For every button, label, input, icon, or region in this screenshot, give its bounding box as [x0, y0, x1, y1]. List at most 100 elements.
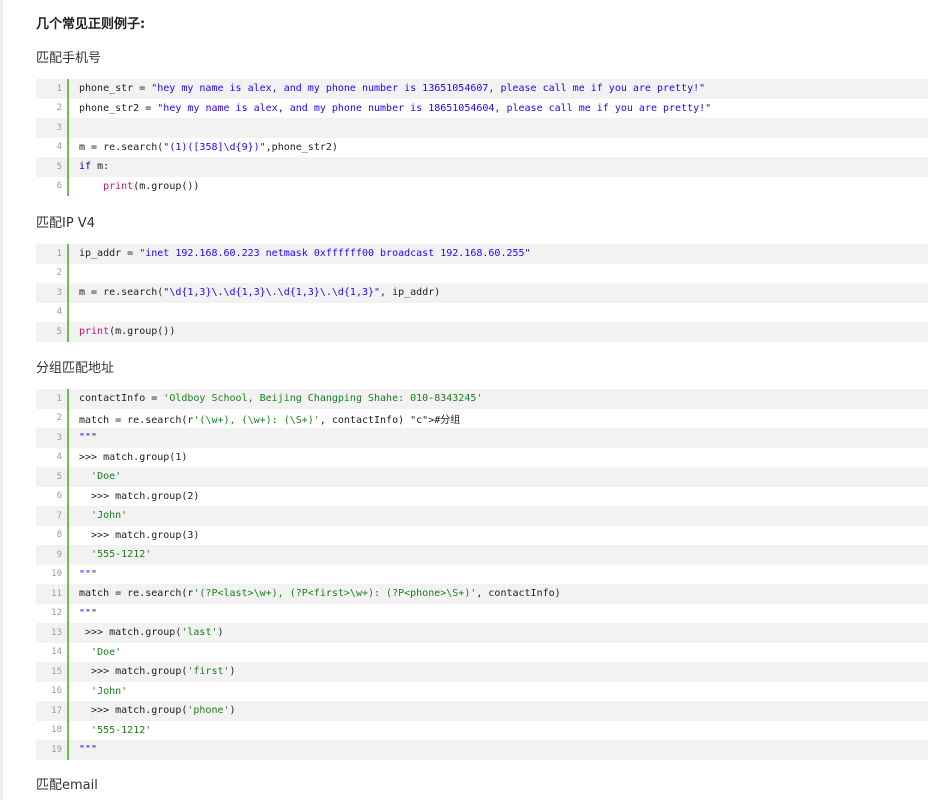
- code-text: '555-1212': [91, 549, 152, 561]
- gutter-bar: [67, 447, 69, 467]
- code-block-ipv4: 1 ip_addr = "inet 192.168.60.223 netmask …: [36, 244, 928, 342]
- line-number: 1: [56, 248, 62, 259]
- gutter-bar: [67, 720, 69, 740]
- gutter-bar: [67, 79, 69, 99]
- gutter-bar: [67, 525, 69, 545]
- line-number: 11: [51, 588, 62, 599]
- gutter-bar: [67, 506, 69, 526]
- code-line: 4 m = re.search("(1)([358]\d{9})",phone_s…: [36, 137, 928, 157]
- code-text: phone_str2 = "hey my name is alex, and m…: [79, 102, 712, 114]
- gutter-bar: [67, 740, 69, 760]
- code-text: >>> match.group('last'): [79, 627, 224, 639]
- gutter-bar: [67, 137, 69, 157]
- gutter-bar: [67, 428, 69, 448]
- code-text: '555-1212': [91, 724, 152, 736]
- code-text: ip_addr = "inet 192.168.60.223 netmask 0…: [79, 248, 531, 260]
- line-number: 4: [56, 142, 62, 153]
- code-text: match = re.search(r'(\w+), (\w+): (\S+)'…: [79, 414, 461, 426]
- code-line: 17 >>> match.group('phone'): [36, 701, 928, 721]
- code-line: 5 print(m.group()): [36, 322, 928, 342]
- gutter-bar: [67, 176, 69, 196]
- code-text: """: [79, 432, 98, 444]
- gutter-bar: [67, 302, 69, 322]
- code-line: 4 >>> match.group(1): [36, 447, 928, 467]
- line-number: 9: [56, 549, 62, 560]
- code-text: """: [79, 607, 98, 619]
- gutter-bar: [67, 118, 69, 138]
- code-line: 3 """: [36, 428, 928, 448]
- left-border: [0, 0, 3, 800]
- code-line: 15 >>> match.group('first'): [36, 662, 928, 682]
- line-number: 4: [56, 452, 62, 463]
- gutter-bar: [67, 322, 69, 342]
- gutter-bar: [67, 584, 69, 604]
- code-line: 18 '555-1212': [36, 720, 928, 740]
- line-number: 5: [56, 161, 62, 172]
- code-line: 1 phone_str = "hey my name is alex, and m…: [36, 79, 928, 99]
- gutter-bar: [67, 642, 69, 662]
- code-text: 'John': [91, 510, 128, 522]
- line-number: 3: [56, 287, 62, 298]
- code-text: print(m.group()): [103, 180, 200, 192]
- code-line: 1 ip_addr = "inet 192.168.60.223 netmask …: [36, 244, 928, 264]
- code-line: 2: [36, 263, 928, 283]
- gutter-bar: [67, 263, 69, 283]
- code-text: >>> match.group('phone'): [79, 705, 236, 717]
- gutter-bar: [67, 283, 69, 303]
- code-text: >>> match.group('first'): [79, 666, 236, 678]
- line-number: 2: [56, 268, 62, 279]
- code-line: 3: [36, 118, 928, 138]
- code-text: """: [79, 568, 98, 580]
- gutter-bar: [67, 244, 69, 264]
- section-title-group: 分组匹配地址: [36, 361, 115, 376]
- code-line: 2 phone_str2 = "hey my name is alex, and …: [36, 98, 928, 118]
- code-line: 11 match = re.search(r'(?P<last>\w+), (?P…: [36, 584, 928, 604]
- code-line: 6 print(m.group()): [36, 176, 928, 196]
- code-line: 10 """: [36, 564, 928, 584]
- line-number: 5: [56, 471, 62, 482]
- line-number: 16: [51, 686, 62, 697]
- line-number: 13: [51, 627, 62, 638]
- code-line: 13 >>> match.group('last'): [36, 623, 928, 643]
- gutter-bar: [67, 467, 69, 487]
- code-line: 5 'Doe': [36, 467, 928, 487]
- code-text: m = re.search("(1)([358]\d{9})",phone_st…: [79, 141, 338, 153]
- code-text: contactInfo = 'Oldboy School, Beijing Ch…: [79, 393, 483, 405]
- code-line: 6 >>> match.group(2): [36, 486, 928, 506]
- gutter-bar: [67, 408, 69, 428]
- line-number: 14: [51, 647, 62, 658]
- code-line: 1 contactInfo = 'Oldboy School, Beijing C…: [36, 389, 928, 409]
- code-line: 19 """: [36, 740, 928, 760]
- code-text: >>> match.group(3): [79, 529, 200, 541]
- code-block-phone: 1 phone_str = "hey my name is alex, and m…: [36, 79, 928, 196]
- line-number: 3: [56, 122, 62, 133]
- gutter-bar: [67, 157, 69, 177]
- section-title-email: 匹配email: [36, 778, 98, 793]
- line-number: 5: [56, 326, 62, 337]
- line-number: 8: [56, 530, 62, 541]
- code-line: 4: [36, 302, 928, 322]
- line-number: 2: [56, 103, 62, 114]
- line-number: 6: [56, 181, 62, 192]
- code-text: >>> match.group(1): [79, 451, 188, 463]
- section-title-ipv4: 匹配IP V4: [36, 216, 95, 231]
- code-text: match = re.search(r'(?P<last>\w+), (?P<f…: [79, 588, 561, 600]
- line-number: 2: [56, 413, 62, 424]
- line-number: 19: [51, 744, 62, 755]
- gutter-bar: [67, 603, 69, 623]
- code-text: 'Doe': [91, 646, 122, 658]
- code-text: if m:: [79, 161, 110, 173]
- gutter-bar: [67, 623, 69, 643]
- line-number: 10: [51, 569, 62, 580]
- code-text: print(m.group()): [79, 326, 176, 338]
- code-text: 'John': [91, 685, 128, 697]
- code-text: >>> match.group(2): [79, 490, 200, 502]
- line-number: 12: [51, 608, 62, 619]
- section-title-phone: 匹配手机号: [36, 51, 102, 66]
- code-text: m = re.search("\d{1,3}\.\d{1,3}\.\d{1,3}…: [79, 287, 441, 299]
- code-line: 12 """: [36, 603, 928, 623]
- gutter-bar: [67, 389, 69, 409]
- line-number: 18: [51, 725, 62, 736]
- code-line: 14 'Doe': [36, 642, 928, 662]
- gutter-bar: [67, 486, 69, 506]
